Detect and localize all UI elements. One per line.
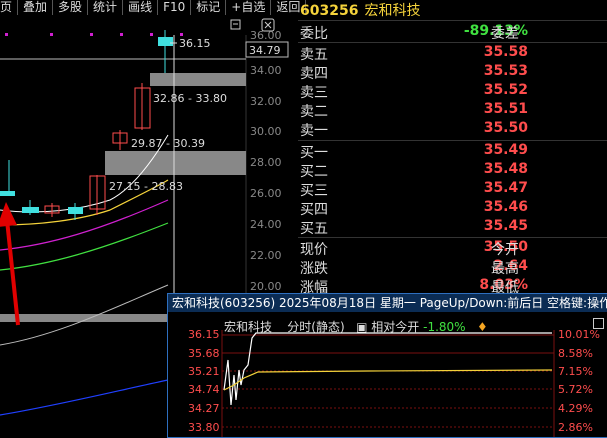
- popup-title[interactable]: 宏和科技(603256) 2025年08月18日 星期一 PageUp/Down…: [168, 294, 607, 312]
- ask-label: 卖五: [300, 47, 328, 63]
- ask-price: 35.58: [483, 44, 528, 60]
- ask-row[interactable]: 卖二 35.51: [298, 101, 548, 120]
- price-axis-label: 36.00: [250, 29, 282, 42]
- gap-label-1: 32.86 - 33.80: [153, 92, 227, 105]
- right-axis-label: 7.15%: [558, 365, 593, 378]
- left-axis-label: 34.74: [188, 383, 220, 396]
- stock-header: 603256 宏和科技: [300, 0, 420, 20]
- price-axis-label: 34.00: [250, 64, 282, 77]
- ask-row[interactable]: 卖四 35.53: [298, 63, 548, 82]
- bid-price: 35.46: [483, 199, 528, 215]
- ask-price: 35.50: [483, 120, 528, 136]
- bid-price: 35.47: [483, 180, 528, 196]
- stat-suffix: 今开: [491, 242, 519, 258]
- chart-settings-icon[interactable]: [230, 19, 241, 30]
- right-axis-label: 2.86%: [558, 421, 593, 434]
- bid-price: 35.48: [483, 161, 528, 177]
- toolbar-btn-f10[interactable]: F10: [158, 0, 192, 15]
- popup-collapse-icon[interactable]: [593, 318, 604, 329]
- divider: [298, 237, 607, 238]
- bid-label: 买五: [300, 221, 328, 237]
- left-axis-label: 36.15: [188, 330, 220, 341]
- bid-label: 买二: [300, 164, 328, 180]
- right-axis-label: 10.01%: [558, 330, 600, 341]
- right-axis-label: 8.58%: [558, 347, 593, 360]
- toolbar-btn-page[interactable]: 页: [0, 0, 19, 15]
- price-axis-label: 32.00: [250, 95, 282, 108]
- left-axis-label: 35.68: [188, 347, 220, 360]
- magenta-markers: [5, 33, 183, 36]
- bid-label: 买一: [300, 145, 328, 161]
- ask-label: 卖四: [300, 66, 328, 82]
- price-axis-label: 26.00: [250, 187, 282, 200]
- bid-row[interactable]: 买五 35.45: [298, 218, 548, 237]
- bid-row[interactable]: 买四 35.46: [298, 199, 548, 218]
- price-axis-label: 20.00: [250, 280, 282, 293]
- right-axis-label: 5.72%: [558, 383, 593, 396]
- stat-row: 涨跌 2.64 最高: [298, 258, 548, 277]
- high-price-label: 36.15: [179, 37, 211, 50]
- left-axis-label: 34.27: [188, 402, 220, 415]
- weibi-row: 委比 -89.13% 委差: [298, 23, 548, 42]
- left-axis-label: 35.21: [188, 365, 220, 378]
- avg-price-line: [223, 369, 553, 391]
- chart-toolbar: 页 叠加 多股 统计 画线 F10 标记 +自选 返回: [0, 0, 307, 15]
- weibi-label: 委比: [300, 26, 328, 42]
- ma-blue: [0, 379, 169, 416]
- gap-label-3: 27.15 - 28.83: [109, 180, 183, 193]
- right-axis-label: 4.29%: [558, 402, 593, 415]
- left-axis-label: 33.80: [188, 421, 220, 434]
- ask-label: 卖一: [300, 123, 328, 139]
- current-price-tag: 34.79: [249, 44, 281, 57]
- stock-name: 宏和科技: [364, 3, 421, 19]
- toolbar-btn-overlay[interactable]: 叠加: [18, 0, 54, 15]
- stat-suffix: 最高: [491, 261, 519, 277]
- price-axis-label: 22.00: [250, 249, 282, 262]
- toolbar-btn-draw-line[interactable]: 画线: [123, 0, 159, 15]
- ask-price: 35.52: [483, 82, 528, 98]
- divider: [298, 42, 607, 43]
- quote-panel: 603256 宏和科技 委比 -89.13% 委差 卖五 35.58 卖四 35.…: [298, 3, 607, 298]
- stat-row: 现价 35.50 今开: [298, 239, 548, 258]
- toolbar-btn-statistics[interactable]: 统计: [88, 0, 124, 15]
- bid-price: 35.45: [483, 218, 528, 234]
- toolbar-btn-multi-stock[interactable]: 多股: [53, 0, 89, 15]
- bid-row[interactable]: 买一 35.49: [298, 142, 548, 161]
- price-axis-label: 24.00: [250, 218, 282, 231]
- intraday-popup[interactable]: 宏和科技(603256) 2025年08月18日 星期一 PageUp/Down…: [167, 293, 607, 438]
- gap-zone-2: [105, 151, 246, 175]
- weicha-label: 委差: [491, 26, 519, 42]
- bid-row[interactable]: 买三 35.47: [298, 180, 548, 199]
- price-line: [223, 332, 552, 406]
- ask-label: 卖二: [300, 104, 328, 120]
- bid-row[interactable]: 买二 35.48: [298, 161, 548, 180]
- toolbar-btn-add-watchlist[interactable]: +自选: [226, 0, 272, 15]
- stock-code: 603256: [300, 3, 359, 19]
- price-axis-label: 30.00: [250, 125, 282, 138]
- red-arrow-annotation: [0, 202, 20, 326]
- ask-price: 35.53: [483, 63, 528, 79]
- gap-zone-1: [150, 73, 246, 86]
- ask-row[interactable]: 卖五 35.58: [298, 44, 548, 63]
- ask-label: 卖三: [300, 85, 328, 101]
- divider: [298, 140, 607, 141]
- stat-label: 涨跌: [300, 261, 328, 277]
- price-axis-label: 28.00: [250, 156, 282, 169]
- toolbar-btn-mark[interactable]: 标记: [191, 0, 227, 15]
- ask-row[interactable]: 卖一 35.50: [298, 120, 548, 139]
- bid-label: 买三: [300, 183, 328, 199]
- bid-label: 买四: [300, 202, 328, 218]
- ask-row[interactable]: 卖三 35.52: [298, 82, 548, 101]
- ask-price: 35.51: [483, 101, 528, 117]
- bid-price: 35.49: [483, 142, 528, 158]
- gap-label-2: 29.87 - 30.39: [131, 137, 205, 150]
- divider: [298, 20, 607, 21]
- intraday-mini-chart[interactable]: 36.15 35.68 35.21 34.74 34.27 33.80 10.0…: [168, 330, 607, 437]
- stat-label: 现价: [300, 242, 328, 258]
